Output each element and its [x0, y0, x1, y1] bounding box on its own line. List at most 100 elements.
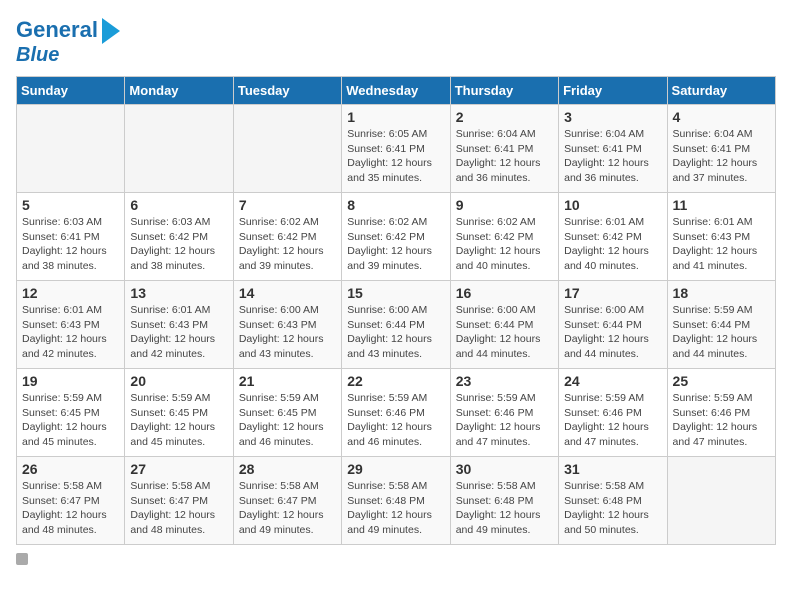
day-info: Sunrise: 6:01 AM Sunset: 6:42 PM Dayligh… — [564, 215, 661, 274]
logo-general: General — [16, 17, 98, 42]
day-info: Sunrise: 6:00 AM Sunset: 6:44 PM Dayligh… — [347, 303, 444, 362]
day-info: Sunrise: 6:00 AM Sunset: 6:44 PM Dayligh… — [564, 303, 661, 362]
day-info: Sunrise: 5:59 AM Sunset: 6:45 PM Dayligh… — [22, 391, 119, 450]
day-number: 6 — [130, 197, 227, 213]
calendar-cell: 4Sunrise: 6:04 AM Sunset: 6:41 PM Daylig… — [667, 105, 775, 193]
weekday-header-friday: Friday — [559, 77, 667, 105]
day-info: Sunrise: 5:59 AM Sunset: 6:46 PM Dayligh… — [564, 391, 661, 450]
logo-text: General — [16, 18, 98, 42]
calendar-cell: 14 Sunrise: 6:00 AM Sunset: 6:43 PM Dayli… — [233, 281, 341, 369]
day-info: Sunrise: 6:04 AM Sunset: 6:41 PM Dayligh… — [564, 127, 661, 186]
calendar-cell — [125, 105, 233, 193]
day-number: 21 — [239, 373, 336, 389]
day-info: Sunrise: 6:02 AM Sunset: 6:42 PM Dayligh… — [347, 215, 444, 274]
calendar-cell: 1 Sunrise: 6:05 AM Sunset: 6:41 PM Daylig… — [342, 105, 450, 193]
day-number: 22 — [347, 373, 444, 389]
day-info: Sunrise: 5:58 AM Sunset: 6:48 PM Dayligh… — [347, 479, 444, 538]
day-number: 1 — [347, 109, 444, 125]
calendar-cell — [667, 457, 775, 545]
calendar-cell: 15 Sunrise: 6:00 AM Sunset: 6:44 PM Dayli… — [342, 281, 450, 369]
calendar-cell: 18 Sunrise: 5:59 AM Sunset: 6:44 PM Dayli… — [667, 281, 775, 369]
day-number: 5 — [22, 197, 119, 213]
weekday-header-monday: Monday — [125, 77, 233, 105]
day-number: 9 — [456, 197, 553, 213]
day-info: Sunrise: 5:59 AM Sunset: 6:46 PM Dayligh… — [673, 391, 770, 450]
day-info: Sunrise: 6:03 AM Sunset: 6:42 PM Dayligh… — [130, 215, 227, 274]
logo-arrow-icon — [102, 18, 120, 44]
day-info: Sunrise: 6:00 AM Sunset: 6:44 PM Dayligh… — [456, 303, 553, 362]
calendar-cell: 9Sunrise: 6:02 AM Sunset: 6:42 PM Daylig… — [450, 193, 558, 281]
calendar-cell: 22 Sunrise: 5:59 AM Sunset: 6:46 PM Dayli… — [342, 369, 450, 457]
day-number: 24 — [564, 373, 661, 389]
day-number: 7 — [239, 197, 336, 213]
calendar-cell: 23Sunrise: 5:59 AM Sunset: 6:46 PM Dayli… — [450, 369, 558, 457]
day-info: Sunrise: 5:59 AM Sunset: 6:44 PM Dayligh… — [673, 303, 770, 362]
calendar-cell: 24 Sunrise: 5:59 AM Sunset: 6:46 PM Dayli… — [559, 369, 667, 457]
day-number: 14 — [239, 285, 336, 301]
day-number: 16 — [456, 285, 553, 301]
day-number: 25 — [673, 373, 770, 389]
calendar-cell: 21 Sunrise: 5:59 AM Sunset: 6:45 PM Dayli… — [233, 369, 341, 457]
calendar-cell: 26 Sunrise: 5:58 AM Sunset: 6:47 PM Dayli… — [17, 457, 125, 545]
day-number: 29 — [347, 461, 444, 477]
day-number: 26 — [22, 461, 119, 477]
calendar-cell: 29 Sunrise: 5:58 AM Sunset: 6:48 PM Dayli… — [342, 457, 450, 545]
calendar-cell: 8 Sunrise: 6:02 AM Sunset: 6:42 PM Daylig… — [342, 193, 450, 281]
day-info: Sunrise: 6:03 AM Sunset: 6:41 PM Dayligh… — [22, 215, 119, 274]
weekday-header-tuesday: Tuesday — [233, 77, 341, 105]
weekday-header-saturday: Saturday — [667, 77, 775, 105]
calendar-table: SundayMondayTuesdayWednesdayThursdayFrid… — [16, 76, 776, 545]
day-info: Sunrise: 5:59 AM Sunset: 6:46 PM Dayligh… — [456, 391, 553, 450]
day-number: 17 — [564, 285, 661, 301]
footer — [16, 553, 776, 565]
day-number: 18 — [673, 285, 770, 301]
calendar-cell — [233, 105, 341, 193]
day-number: 11 — [673, 197, 770, 213]
calendar-cell: 2Sunrise: 6:04 AM Sunset: 6:41 PM Daylig… — [450, 105, 558, 193]
calendar-week-1: 1 Sunrise: 6:05 AM Sunset: 6:41 PM Daylig… — [17, 105, 776, 193]
calendar-cell: 30Sunrise: 5:58 AM Sunset: 6:48 PM Dayli… — [450, 457, 558, 545]
day-info: Sunrise: 6:01 AM Sunset: 6:43 PM Dayligh… — [130, 303, 227, 362]
day-number: 20 — [130, 373, 227, 389]
day-info: Sunrise: 6:05 AM Sunset: 6:41 PM Dayligh… — [347, 127, 444, 186]
calendar-cell: 7Sunrise: 6:02 AM Sunset: 6:42 PM Daylig… — [233, 193, 341, 281]
calendar-week-4: 19Sunrise: 5:59 AM Sunset: 6:45 PM Dayli… — [17, 369, 776, 457]
day-number: 2 — [456, 109, 553, 125]
calendar-cell: 5 Sunrise: 6:03 AM Sunset: 6:41 PM Daylig… — [17, 193, 125, 281]
calendar-cell: 11 Sunrise: 6:01 AM Sunset: 6:43 PM Dayli… — [667, 193, 775, 281]
calendar-cell: 17 Sunrise: 6:00 AM Sunset: 6:44 PM Dayli… — [559, 281, 667, 369]
day-number: 30 — [456, 461, 553, 477]
weekday-header-row: SundayMondayTuesdayWednesdayThursdayFrid… — [17, 77, 776, 105]
calendar-cell — [17, 105, 125, 193]
day-info: Sunrise: 5:59 AM Sunset: 6:45 PM Dayligh… — [130, 391, 227, 450]
day-info: Sunrise: 5:59 AM Sunset: 6:45 PM Dayligh… — [239, 391, 336, 450]
day-info: Sunrise: 5:58 AM Sunset: 6:48 PM Dayligh… — [564, 479, 661, 538]
calendar-week-3: 12 Sunrise: 6:01 AM Sunset: 6:43 PM Dayli… — [17, 281, 776, 369]
daylight-dot-icon — [16, 553, 28, 565]
calendar-cell: 16 Sunrise: 6:00 AM Sunset: 6:44 PM Dayli… — [450, 281, 558, 369]
day-number: 10 — [564, 197, 661, 213]
calendar-cell: 6 Sunrise: 6:03 AM Sunset: 6:42 PM Daylig… — [125, 193, 233, 281]
day-number: 27 — [130, 461, 227, 477]
day-number: 4 — [673, 109, 770, 125]
calendar-cell: 12 Sunrise: 6:01 AM Sunset: 6:43 PM Dayli… — [17, 281, 125, 369]
page-header: General Blue — [16, 16, 776, 66]
weekday-header-wednesday: Wednesday — [342, 77, 450, 105]
day-number: 15 — [347, 285, 444, 301]
day-number: 3 — [564, 109, 661, 125]
day-info: Sunrise: 5:59 AM Sunset: 6:46 PM Dayligh… — [347, 391, 444, 450]
calendar-week-2: 5 Sunrise: 6:03 AM Sunset: 6:41 PM Daylig… — [17, 193, 776, 281]
day-info: Sunrise: 6:00 AM Sunset: 6:43 PM Dayligh… — [239, 303, 336, 362]
logo: General Blue — [16, 16, 120, 66]
calendar-cell: 3 Sunrise: 6:04 AM Sunset: 6:41 PM Daylig… — [559, 105, 667, 193]
day-info: Sunrise: 5:58 AM Sunset: 6:47 PM Dayligh… — [130, 479, 227, 538]
day-info: Sunrise: 6:01 AM Sunset: 6:43 PM Dayligh… — [673, 215, 770, 274]
day-info: Sunrise: 5:58 AM Sunset: 6:47 PM Dayligh… — [239, 479, 336, 538]
day-number: 8 — [347, 197, 444, 213]
day-info: Sunrise: 5:58 AM Sunset: 6:47 PM Dayligh… — [22, 479, 119, 538]
day-number: 12 — [22, 285, 119, 301]
day-info: Sunrise: 6:01 AM Sunset: 6:43 PM Dayligh… — [22, 303, 119, 362]
weekday-header-sunday: Sunday — [17, 77, 125, 105]
day-number: 31 — [564, 461, 661, 477]
calendar-cell: 28Sunrise: 5:58 AM Sunset: 6:47 PM Dayli… — [233, 457, 341, 545]
